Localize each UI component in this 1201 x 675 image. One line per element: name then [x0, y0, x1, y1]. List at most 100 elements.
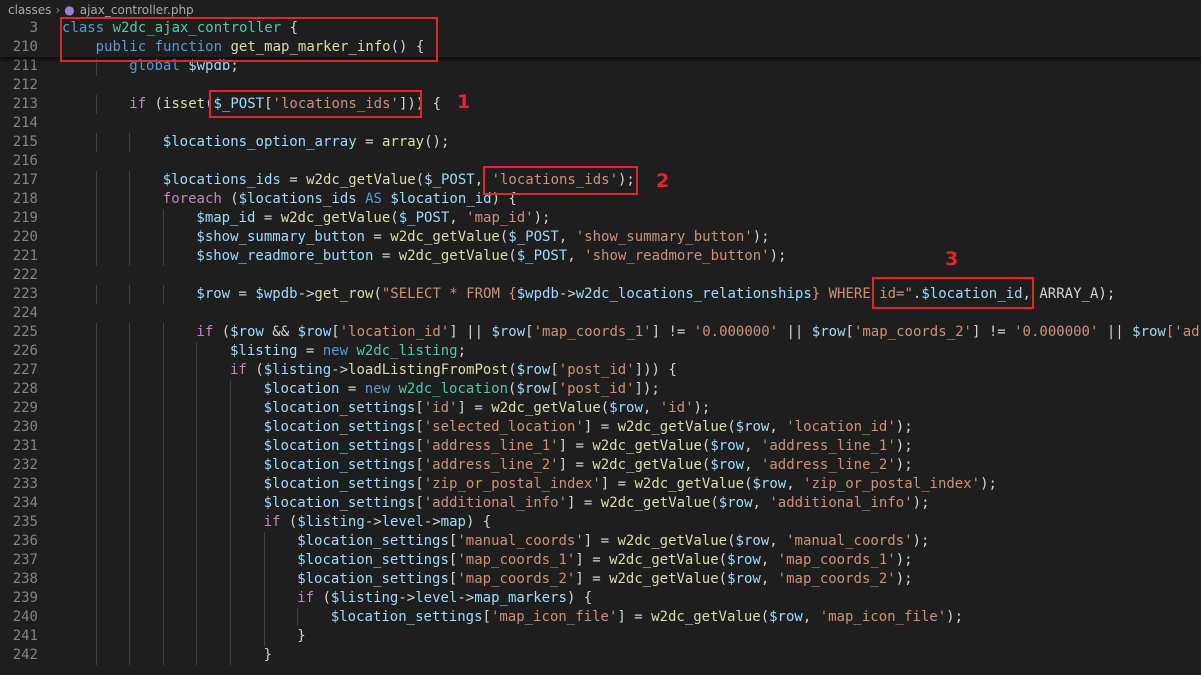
code-token: array [381, 134, 425, 150]
code-token: [ [525, 324, 534, 340]
indent-guide [196, 494, 198, 513]
indent-guide [162, 285, 164, 304]
code-line[interactable]: 215 $locations_option_array = array(); [0, 133, 1201, 152]
indent-guide [230, 627, 231, 646]
line-code: $show_readmore_button = w2dc_getValue($_… [196, 247, 786, 266]
indent-guide [230, 475, 231, 494]
indent-guide [95, 342, 97, 361]
indent-guide [95, 532, 97, 551]
code-token: 'address_line_1' [423, 438, 559, 454]
code-line[interactable]: 238 $location_settings['map_coords_2'] = … [0, 570, 1201, 589]
chevron-right-icon: › [55, 2, 61, 17]
code-line[interactable]: 227 if ($listing->loadListingFromPost($ro… [0, 361, 1201, 380]
code-token: 'location_id' [339, 324, 450, 340]
code-line[interactable]: 214 [0, 114, 1201, 133]
indent-guide [162, 380, 164, 399]
indent-guide [129, 399, 131, 418]
code-line[interactable]: 225 if ($row && $row['location_id'] || $r… [0, 323, 1201, 342]
code-line[interactable]: 242} [0, 646, 1201, 665]
code-line[interactable]: 233 $location_settings['zip_or_postal_ind… [0, 475, 1201, 494]
indent-guide [129, 323, 131, 342]
indent-guide [162, 247, 164, 266]
indent-guide [95, 475, 97, 494]
code-token: = [230, 286, 256, 302]
code-line[interactable]: 239 if ($listing->level->map_markers) { [0, 589, 1201, 608]
line-code: $location = new w2dc_location($row['post… [264, 380, 660, 399]
code-line[interactable]: 228 $location = new w2dc_location($row['p… [0, 380, 1201, 399]
indent-guide [230, 570, 231, 589]
code-line[interactable]: 236 $location_settings['manual_coords'] =… [0, 532, 1201, 551]
code-token: $row [1132, 324, 1166, 340]
indent-guide [95, 323, 97, 342]
line-number: 220 [12, 229, 38, 245]
code-token: || [778, 324, 812, 340]
code-token: get_row [314, 286, 374, 302]
line-number: 224 [12, 305, 38, 321]
code-line[interactable]: 226 $listing = new w2dc_listing; [0, 342, 1201, 361]
code-token: w2dc_getValue [617, 533, 728, 549]
code-line[interactable]: 237 $location_settings['map_coords_1'] = … [0, 551, 1201, 570]
code-line[interactable]: 213 if (isset($_POST['locations_ids'])) { [0, 95, 1201, 114]
code-token: if [297, 590, 323, 606]
code-token: $listing [230, 343, 298, 359]
code-token: $_POST [398, 210, 450, 226]
code-line[interactable]: 230 $location_settings['selected_location… [0, 418, 1201, 437]
indent-guide [129, 494, 131, 513]
indent-guide [162, 646, 164, 665]
code-line[interactable]: 229 $location_settings['id'] = w2dc_getVa… [0, 399, 1201, 418]
line-number: 214 [12, 115, 38, 131]
indent-guide [129, 209, 131, 228]
code-token: level [415, 590, 458, 606]
code-line[interactable]: 241} [0, 627, 1201, 646]
breadcrumb-folder[interactable]: classes [8, 3, 51, 17]
line-code: if ($listing->loadListingFromPost($row['… [230, 361, 677, 380]
code-token: ); [895, 419, 913, 435]
code-token: foreach [162, 191, 231, 207]
code-token: $locations_ids [162, 172, 281, 188]
code-line[interactable]: 234 $location_settings['additional_info']… [0, 494, 1201, 513]
code-token: "SELECT * FROM { [381, 286, 517, 302]
code-token: $location [263, 381, 340, 397]
code-token: $row [710, 438, 745, 454]
code-token: ; [457, 343, 467, 359]
code-token: if [129, 96, 155, 112]
line-code: $listing = new w2dc_listing; [230, 342, 466, 361]
code-line[interactable]: 221 $show_readmore_button = w2dc_getValue… [0, 247, 1201, 266]
breadcrumb-file[interactable]: ajax_controller.php [80, 3, 194, 17]
code-token: $location_settings [263, 419, 416, 435]
indent-guide [297, 608, 299, 627]
code-line[interactable]: 219 $map_id = w2dc_getValue($_POST, 'map_… [0, 209, 1201, 228]
indent-guide [95, 190, 97, 209]
code-line[interactable]: 231 $location_settings['address_line_1'] … [0, 437, 1201, 456]
indent-guide [95, 627, 97, 646]
code-line[interactable]: 240 $location_settings['map_icon_file'] =… [0, 608, 1201, 627]
indent-guide [162, 494, 164, 513]
code-line[interactable]: 235 if ($listing->level->map) { [0, 513, 1201, 532]
code-token: 'map_coords_1' [533, 324, 652, 340]
code-token: w2dc_getValue [592, 438, 702, 454]
indent-guide [129, 589, 131, 608]
line-code: $show_summary_button = w2dc_getValue($_P… [196, 228, 769, 247]
code-token: $location_settings [263, 438, 416, 454]
line-code: $map_id = w2dc_getValue($_POST, 'map_id'… [196, 209, 550, 228]
indent-guide [129, 190, 131, 209]
code-token: [ [550, 381, 559, 397]
code-token: , [786, 476, 804, 492]
code-token: 'manual_coords' [786, 533, 913, 549]
code-token: , [769, 533, 787, 549]
code-token: $show_readmore_button [196, 248, 374, 264]
code-line[interactable]: 220 $show_summary_button = w2dc_getValue(… [0, 228, 1201, 247]
code-token: w2dc_getValue [600, 495, 711, 511]
code-token: ( [322, 590, 331, 606]
indent-guide [196, 608, 198, 627]
code-token: ARRAY_A [1039, 286, 1099, 302]
line-code: $location_settings['additional_info'] = … [264, 494, 930, 513]
code-token: $location_settings [263, 457, 416, 473]
code-line[interactable]: 212 [0, 76, 1201, 95]
code-token: ] = [558, 438, 593, 454]
line-number: 211 [12, 58, 38, 74]
code-token: 'map_coords_2' [777, 571, 896, 587]
indent-guide [162, 418, 164, 437]
code-line[interactable]: 232 $location_settings['address_line_2'] … [0, 456, 1201, 475]
line-code: $location_settings['selected_location'] … [264, 418, 913, 437]
